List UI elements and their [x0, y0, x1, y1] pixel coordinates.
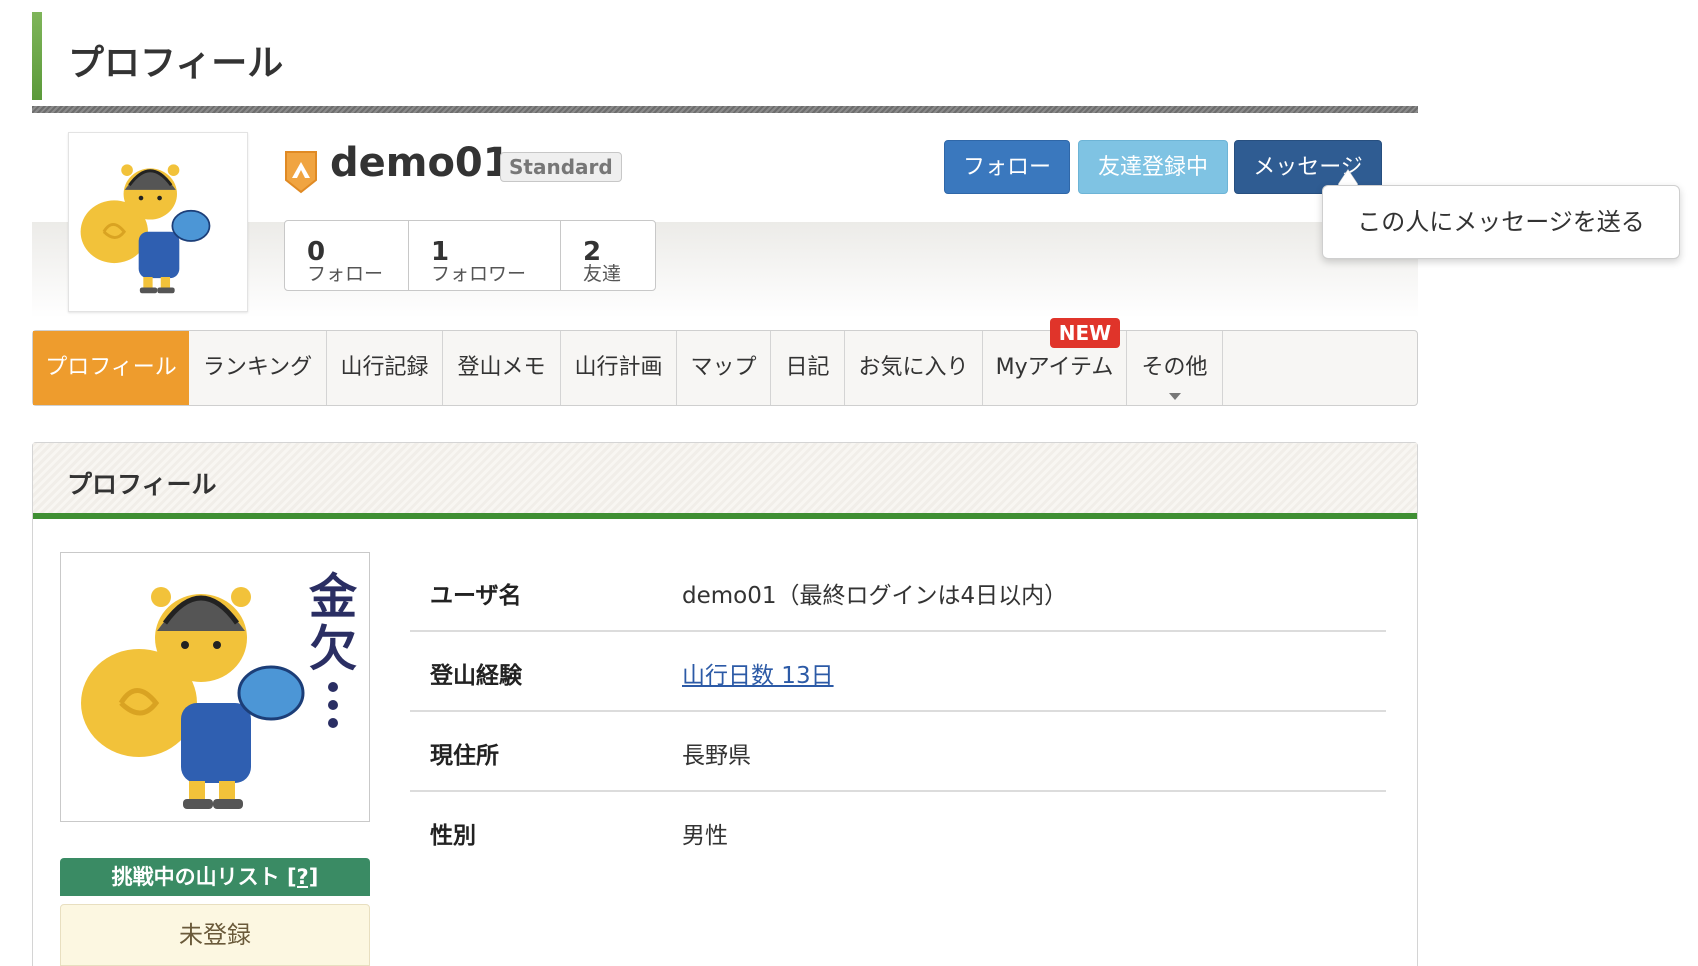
follow-button[interactable]: フォロー [944, 140, 1070, 194]
tab-profile[interactable]: プロフィール [33, 331, 189, 405]
svg-text:金: 金 [308, 569, 358, 625]
squirrel-mascot-icon [80, 164, 211, 294]
tab-plan[interactable]: 山行計画 [561, 331, 677, 405]
challenge-title-label: 挑戦中の山リスト [111, 865, 280, 889]
stat-label: フォロー [307, 263, 384, 285]
message-tooltip: この人にメッセージを送る [1322, 185, 1680, 259]
stat-followers[interactable]: 1 フォロワー [409, 221, 561, 290]
table-row: ユーザ名 demo01（最終ログインは4日以内） [410, 552, 1386, 632]
username: demo01 [330, 140, 511, 186]
chevron-down-icon [1168, 393, 1181, 400]
info-key: 登山経験 [430, 663, 522, 689]
stat-label: 友達 [583, 263, 622, 285]
tab-more[interactable]: その他 [1127, 331, 1223, 405]
svg-text:欠: 欠 [309, 621, 357, 677]
stats-group: 0 フォロー 1 フォロワー 2 友達 [284, 220, 656, 291]
stat-follow[interactable]: 0 フォロー [285, 221, 409, 290]
page-title: プロフィール [68, 43, 284, 84]
plan-badge: Standard [500, 152, 622, 182]
table-row: 性別 男性 [410, 792, 1386, 872]
tab-records[interactable]: 山行記録 [327, 331, 443, 405]
tab-diary[interactable]: 日記 [771, 331, 845, 405]
tab-memo[interactable]: 登山メモ [443, 331, 561, 405]
tooltip-arrow [1338, 170, 1358, 185]
friend-button[interactable]: 友達登録中 [1078, 140, 1228, 194]
squirrel-mascot-icon: 金 欠 [81, 569, 358, 809]
profile-info-table: ユーザ名 demo01（最終ログインは4日以内） 登山経験 山行日数 13日 現… [410, 552, 1386, 872]
tab-map[interactable]: マップ [677, 331, 771, 405]
climbing-days-link[interactable]: 山行日数 13日 [682, 656, 834, 690]
title-accent-bar [32, 12, 42, 100]
profile-avatar-large: 金 欠 [60, 552, 370, 822]
tab-ranking[interactable]: ランキング [189, 331, 327, 405]
table-row: 登山経験 山行日数 13日 [410, 632, 1386, 712]
tab-favorites[interactable]: お気に入り [845, 331, 983, 405]
section-title: プロフィール [67, 470, 217, 499]
page-header: プロフィール [32, 12, 1418, 113]
stat-label: フォロワー [431, 263, 527, 285]
challenge-list-title: 挑戦中の山リスト [?] [60, 858, 370, 896]
info-value: 長野県 [682, 743, 751, 769]
table-row: 現住所 長野県 [410, 712, 1386, 792]
profile-tabs: プロフィール ランキング 山行記録 登山メモ 山行計画 マップ 日記 お気に入り… [32, 330, 1418, 406]
challenge-list-value: 未登録 [60, 904, 370, 966]
info-key: 性別 [430, 823, 476, 849]
help-link[interactable]: [?] [287, 865, 318, 889]
avatar[interactable] [68, 132, 248, 312]
title-divider [32, 106, 1418, 113]
info-value: 男性 [682, 823, 728, 849]
stat-friends[interactable]: 2 友達 [561, 221, 655, 290]
tab-more-label: その他 [1141, 355, 1208, 380]
info-key: 現住所 [430, 743, 499, 769]
rank-badge-icon [284, 150, 318, 194]
section-header: プロフィール [33, 443, 1417, 519]
new-badge: NEW [1050, 318, 1120, 348]
info-key: ユーザ名 [430, 583, 522, 609]
info-value: demo01（最終ログインは4日以内） [682, 583, 1068, 609]
